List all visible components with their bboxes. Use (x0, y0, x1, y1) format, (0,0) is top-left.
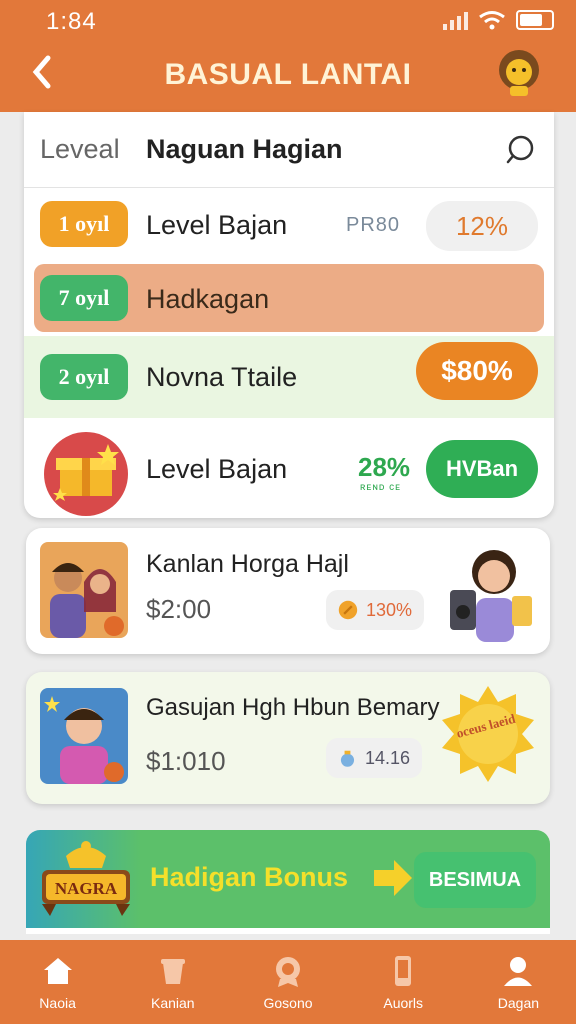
nav-label: Gosono (263, 995, 313, 1011)
badge-icon (276, 957, 300, 987)
bonus-seal: oceus laeid (440, 684, 536, 784)
search-icon[interactable] (504, 134, 536, 166)
row-percent-caption: ʀᴇɴᴅ ᴄᴇ (360, 482, 402, 493)
nav-item-auorls[interactable]: Auorls (346, 940, 461, 1024)
page-title: BASUAL LANTAI (164, 58, 412, 91)
signal-icon (443, 10, 468, 30)
level-table-card: Leveal Naguan Hagian 1 oyıl Level Bajan … (24, 112, 554, 518)
table-row[interactable]: 1 oyıl Level Bajan PR80 12% (24, 188, 554, 262)
girl-with-speaker-icon (450, 550, 532, 642)
banner-action-button[interactable]: BESIMUA (414, 852, 536, 908)
nav-item-kanian[interactable]: Kanian (115, 940, 230, 1024)
status-bar: 1:84 (0, 0, 576, 42)
nav-label: Kanian (151, 995, 195, 1011)
couple-thumbnail-icon (40, 542, 128, 638)
badge-text: NAGRA (55, 879, 118, 898)
battery-icon (516, 10, 554, 30)
banner-divider (26, 928, 550, 934)
card-price: $1:010 (146, 746, 226, 776)
profile-icon (504, 957, 533, 986)
row-label: Level Bajan (146, 210, 288, 240)
bonus-banner[interactable]: NAGRA Hadigan Bonus BESIMUA (26, 830, 550, 934)
boy-thumbnail-icon (40, 688, 128, 784)
level-pill: 7 oyıl (40, 275, 128, 321)
offer-card[interactable]: Gasujan Hgh Hbun Bemary $1:010 14.16 oce… (26, 672, 550, 804)
sun-seal-icon: oceus laeid (442, 686, 534, 782)
table-row-highlighted[interactable]: 7 oyıl Hadkagan (34, 264, 544, 332)
coin-icon (338, 600, 358, 620)
card-price: $2:00 (146, 594, 212, 624)
phone-icon (395, 956, 412, 986)
row-label: Novna Ttaile (146, 362, 298, 392)
header-level-label: Leveal (40, 134, 120, 164)
level-pill: 2 oyıl (40, 354, 128, 400)
row-percent: 28% (358, 452, 411, 482)
status-time: 1:84 (46, 8, 97, 35)
row-value-badge[interactable]: 12% (426, 201, 538, 251)
app-bar: BASUAL LANTAI (0, 42, 576, 112)
card-title: Gasujan Hgh Hbun Bemary (146, 694, 440, 721)
nav-item-gosono[interactable]: Gosono (230, 940, 345, 1024)
mascot-avatar-icon[interactable] (496, 48, 542, 98)
nav-item-dagan[interactable]: Dagan (461, 940, 576, 1024)
chip-value: 14.16 (364, 747, 410, 768)
arrow-right-icon (374, 860, 412, 896)
row-action-button[interactable]: HVBan (426, 440, 538, 498)
chip-value: 130% (365, 599, 412, 620)
level-pill: 1 oyıl (40, 201, 128, 247)
header-name-label: Naguan Hagian (146, 134, 343, 164)
home-icon (43, 958, 72, 984)
offer-card[interactable]: Kanlan Horga Hajl $2:00 130% (26, 528, 550, 654)
gift-box-icon (44, 432, 128, 516)
nav-label: Dagan (497, 995, 540, 1011)
nav-label: Naoia (39, 995, 76, 1011)
status-icons (443, 10, 554, 30)
banner-title: Hadigan Bonus (150, 862, 349, 892)
coin-chip: 130% (326, 590, 424, 630)
badge-emblem-icon: NAGRA (42, 841, 130, 916)
table-row[interactable]: Level Bajan 28% ʀᴇɴᴅ ᴄᴇ HVBan (24, 418, 554, 518)
row-code: PR80 (346, 214, 401, 236)
bag-chip: 14.16 (326, 738, 422, 778)
row-value-button[interactable]: $80% (416, 342, 538, 400)
table-row[interactable]: 2 oyıl Novna Ttaile $80% (24, 336, 554, 418)
bottom-navigation: Naoia Kanian Gosono Auorls Dagan (0, 940, 576, 1024)
wifi-icon (479, 11, 505, 30)
row-label: Level Bajan (146, 454, 288, 484)
card-title: Kanlan Horga Hajl (146, 550, 349, 578)
cup-icon (160, 959, 185, 984)
table-header: Leveal Naguan Hagian (24, 112, 554, 188)
nav-label: Auorls (383, 995, 424, 1011)
row-label: Hadkagan (146, 284, 270, 314)
money-bag-icon (340, 750, 355, 767)
nav-item-home[interactable]: Naoia (0, 940, 115, 1024)
